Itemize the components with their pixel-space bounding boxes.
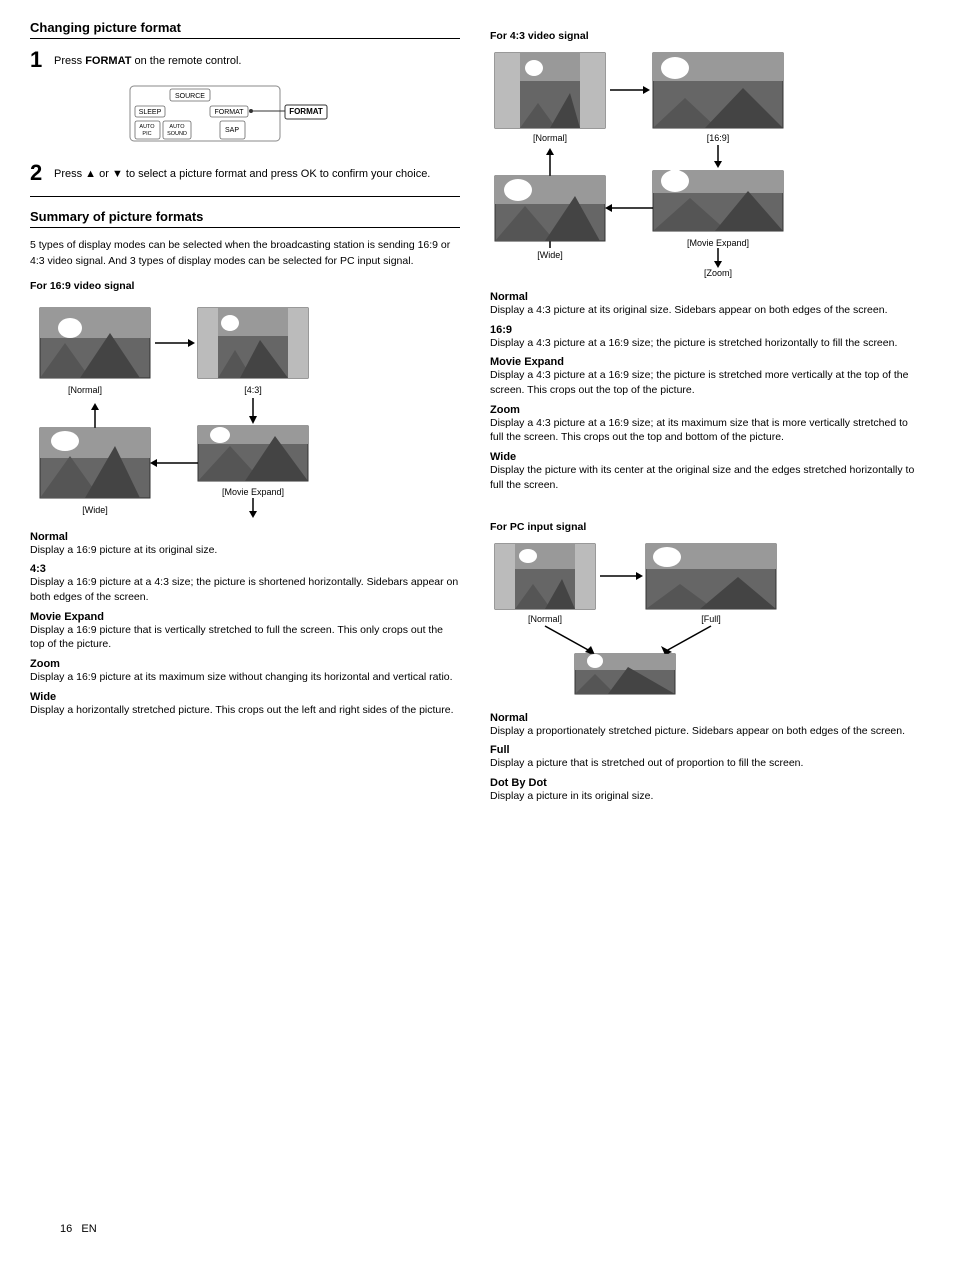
desc-body-dotbydot-pc: Display a picture in its original size. (490, 789, 924, 804)
diagram-43-title: For 4:3 video signal (490, 30, 924, 42)
diagram-pc-section: For PC input signal [Normal] (490, 521, 924, 702)
step-1-text: Press FORMAT on the remote control. (54, 49, 241, 70)
section-title-summary: Summary of picture formats (30, 209, 460, 228)
svg-text:SOURCE: SOURCE (175, 93, 205, 100)
desc-normal-43: Normal Display a 4:3 picture at its orig… (490, 291, 924, 318)
desc-body-wide-43: Display the picture with its center at t… (490, 463, 924, 492)
diagram-43-svg: [Normal] [16:9] [M (490, 48, 910, 278)
desc-wide-43: Wide Display the picture with its center… (490, 451, 924, 492)
desc-title-movieexpand-169: Movie Expand (30, 611, 460, 623)
step-1-suffix: on the remote control. (131, 55, 241, 67)
svg-text:[Movie Expand]: [Movie Expand] (687, 238, 749, 248)
svg-text:[4:3]: [4:3] (244, 385, 262, 395)
page-number: 16 EN (60, 1223, 97, 1235)
summary-intro: 5 types of display modes can be selected… (30, 238, 460, 270)
diagram-169-title: For 16:9 video signal (30, 280, 460, 292)
desc-title-zoom-43: Zoom (490, 404, 924, 416)
desc-body-169-43: Display a 4:3 picture at a 16:9 size; th… (490, 336, 924, 351)
desc-wide-169: Wide Display a horizontally stretched pi… (30, 691, 460, 718)
desc-169-container: Normal Display a 16:9 picture at its ori… (30, 531, 460, 718)
desc-body-movieexpand-169: Display a 16:9 picture that is verticall… (30, 623, 460, 652)
desc-title-wide-169: Wide (30, 691, 460, 703)
svg-text:[Normal]: [Normal] (533, 133, 567, 143)
desc-body-zoom-43: Display a 4:3 picture at a 16:9 size; at… (490, 416, 924, 445)
svg-text:[Normal]: [Normal] (68, 385, 102, 395)
svg-text:SOUND: SOUND (167, 131, 187, 137)
remote-svg: SOURCE SLEEP FORMAT FORMAT AUTO PIC (90, 81, 330, 151)
step-1-number: 1 (30, 49, 48, 71)
svg-text:[Normal]: [Normal] (528, 614, 562, 624)
diagram-169-svg: [Normal] [4:3] (30, 298, 420, 518)
svg-text:[Dot By Dot]: [Dot By Dot] (601, 698, 650, 699)
svg-text:[16:9]: [16:9] (707, 133, 730, 143)
remote-control-illustration: SOURCE SLEEP FORMAT FORMAT AUTO PIC (90, 81, 460, 154)
svg-text:[Wide]: [Wide] (82, 505, 108, 515)
desc-body-43-169: Display a 16:9 picture at a 4:3 size; th… (30, 575, 460, 604)
step-2-text: Press ▲ or ▼ to select a picture format … (54, 162, 430, 183)
step-1-prefix: Press (54, 55, 85, 67)
page-lang: EN (81, 1223, 96, 1235)
diagram-43-section: For 4:3 video signal [Normal] (490, 30, 924, 281)
desc-title-wide-43: Wide (490, 451, 924, 463)
desc-dotbydot-pc: Dot By Dot Display a picture in its orig… (490, 777, 924, 804)
desc-title-normal-43: Normal (490, 291, 924, 303)
svg-text:AUTO: AUTO (139, 124, 155, 130)
svg-text:[Movie Expand]: [Movie Expand] (222, 487, 284, 497)
desc-title-normal-169: Normal (30, 531, 460, 543)
desc-title-dotbydot-pc: Dot By Dot (490, 777, 924, 789)
desc-pc-container: Normal Display a proportionately stretch… (490, 712, 924, 804)
svg-text:AUTO: AUTO (169, 124, 185, 130)
desc-body-normal-169: Display a 16:9 picture at its original s… (30, 543, 460, 558)
desc-title-zoom-169: Zoom (30, 658, 460, 670)
desc-movieexpand-43: Movie Expand Display a 4:3 picture at a … (490, 356, 924, 397)
desc-body-movieexpand-43: Display a 4:3 picture at a 16:9 size; th… (490, 368, 924, 397)
desc-title-normal-pc: Normal (490, 712, 924, 724)
desc-title-movieexpand-43: Movie Expand (490, 356, 924, 368)
diagram-pc-svg: [Normal] [Full] (490, 539, 870, 699)
desc-body-normal-43: Display a 4:3 picture at its original si… (490, 303, 924, 318)
desc-normal-169: Normal Display a 16:9 picture at its ori… (30, 531, 460, 558)
svg-text:[Full]: [Full] (701, 614, 721, 624)
svg-text:[Wide]: [Wide] (537, 250, 563, 260)
desc-43-container: Normal Display a 4:3 picture at its orig… (490, 291, 924, 493)
page-num-value: 16 (60, 1223, 72, 1235)
svg-text:PIC: PIC (142, 131, 151, 137)
svg-text:SAP: SAP (225, 127, 239, 134)
step-1-bold: FORMAT (85, 55, 131, 67)
svg-text:[Zoom]: [Zoom] (704, 268, 732, 278)
desc-body-full-pc: Display a picture that is stretched out … (490, 756, 924, 771)
desc-body-wide-169: Display a horizontally stretched picture… (30, 703, 460, 718)
section-divider (30, 196, 460, 197)
step-2-row: 2 Press ▲ or ▼ to select a picture forma… (30, 162, 460, 184)
step-1-row: 1 Press FORMAT on the remote control. (30, 49, 460, 71)
desc-full-pc: Full Display a picture that is stretched… (490, 744, 924, 771)
diagram-169-section: For 16:9 video signal [Normal] (30, 280, 460, 521)
desc-title-full-pc: Full (490, 744, 924, 756)
desc-title-43-169: 4:3 (30, 563, 460, 575)
desc-title-169-43: 16:9 (490, 324, 924, 336)
diagram-pc-title: For PC input signal (490, 521, 924, 533)
desc-movieexpand-169: Movie Expand Display a 16:9 picture that… (30, 611, 460, 652)
svg-text:FORMAT: FORMAT (289, 107, 323, 116)
svg-text:FORMAT: FORMAT (214, 109, 244, 116)
desc-zoom-169: Zoom Display a 16:9 picture at its maxim… (30, 658, 460, 685)
svg-text:SLEEP: SLEEP (139, 109, 162, 116)
desc-zoom-43: Zoom Display a 4:3 picture at a 16:9 siz… (490, 404, 924, 445)
desc-169-43: 16:9 Display a 4:3 picture at a 16:9 siz… (490, 324, 924, 351)
desc-body-zoom-169: Display a 16:9 picture at its maximum si… (30, 670, 460, 685)
desc-43-169: 4:3 Display a 16:9 picture at a 4:3 size… (30, 563, 460, 604)
desc-body-normal-pc: Display a proportionately stretched pict… (490, 724, 924, 739)
desc-normal-pc: Normal Display a proportionately stretch… (490, 712, 924, 739)
section-title-changing: Changing picture format (30, 20, 460, 39)
step-2-number: 2 (30, 162, 48, 184)
